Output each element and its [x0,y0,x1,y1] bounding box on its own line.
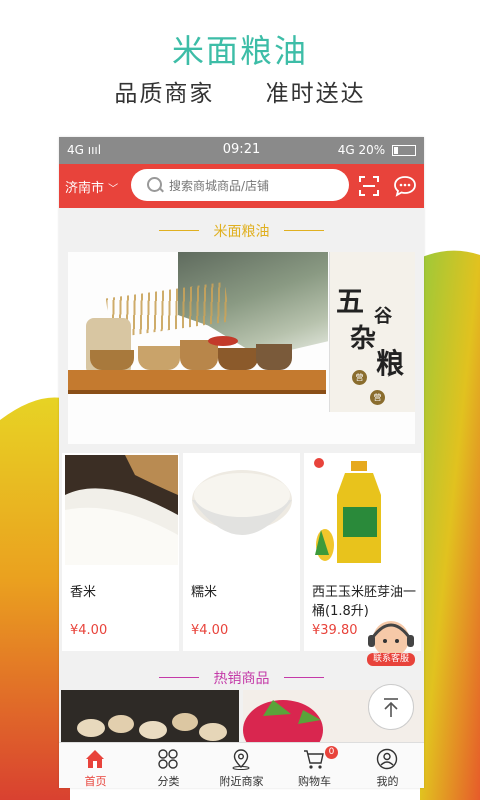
product-price: ¥39.80 [312,623,358,638]
divider-line-right [284,677,324,678]
product-price: ¥4.00 [70,623,108,638]
battery-icon [392,145,416,156]
wooden-table [68,370,326,390]
tab-label: 首页 [84,775,107,788]
category-icon [158,749,178,769]
tab-home[interactable]: 首页 [59,743,132,788]
user-icon [376,748,398,770]
divider-line-right [284,230,324,231]
arrow-up-icon [384,698,398,717]
section-header-grain: 米面粮油 [59,208,424,252]
calligraphy-char: 杂 [350,324,377,354]
status-bar: 4G ıııl 09:21 4G 20% [59,137,424,164]
cart-badge: 0 [325,746,338,759]
app-header: 济南市 ﹀ [59,164,424,208]
phone-screen: 4G ıııl 09:21 4G 20% 济南市 ﹀ 米面粮油 [59,137,424,788]
product-name: 西王玉米胚芽油一桶(1.8升) [312,585,417,619]
back-to-top-button[interactable] [368,684,414,730]
tab-cart[interactable]: 0 购物车 [278,743,351,788]
battery-text: 4G 20% [337,143,386,157]
cart-icon [304,750,324,769]
product-name: 糯米 [191,585,218,600]
product-image-corn-oil [307,455,420,565]
calligraphy-scroll: 五 谷 杂 粮 营 营 [329,252,415,412]
seal-stamp: 营 [352,370,367,385]
search-icon [147,177,162,192]
tab-nearby-shops[interactable]: 附近商家 [205,743,278,788]
tab-category[interactable]: 分类 [132,743,205,788]
home-icon [86,750,104,768]
red-bean-bowl [208,336,238,346]
city-selector[interactable]: 济南市 ﹀ [65,177,118,196]
product-name: 香米 [70,585,97,600]
city-label: 济南市 [65,181,105,196]
calligraphy-char: 谷 [374,306,392,327]
search-input[interactable] [167,175,341,197]
promo-subtitle-left: 品质商家 [114,81,215,107]
tab-label: 附近商家 [219,775,264,788]
wooden-table-edge [68,390,326,394]
product-card[interactable]: 糯米 ¥4.00 [183,453,300,651]
tab-profile[interactable]: 我的 [351,743,424,788]
tab-label: 分类 [157,775,180,788]
chevron-down-icon: ﹀ [108,184,119,195]
product-price: ¥4.00 [191,623,229,638]
status-right: 4G 20% [338,143,416,157]
section-title: 米面粮油 [213,224,270,240]
promo-subtitle-right: 准时送达 [265,81,366,107]
tab-label: 购物车 [298,775,331,788]
grain-bowl [218,348,258,370]
message-icon[interactable] [393,175,417,197]
calligraphy-char: 粮 [376,347,405,380]
promo-title: 米面粮油 [171,32,308,70]
product-image-glutinous-rice [186,455,299,565]
tab-label: 我的 [376,775,399,788]
product-card[interactable]: 香米 ¥4.00 [62,453,179,651]
hot-product-image-nuts[interactable] [61,690,239,742]
grain-banner[interactable]: 五 谷 杂 粮 营 营 [68,252,415,444]
grain-bowl [138,346,180,370]
promo-subtitle: 品质商家 准时送达 [0,74,480,108]
product-image-rice [65,455,178,565]
seal-stamp: 营 [370,390,385,405]
grain-bowl [90,350,134,370]
grain-bowl [256,344,292,370]
location-icon [232,749,250,770]
bottom-tab-bar: 首页 分类 附近商家 0 购物车 我的 [59,742,424,788]
calligraphy-char: 五 [336,285,365,318]
search-box[interactable] [131,169,349,201]
scan-icon[interactable] [359,176,379,196]
